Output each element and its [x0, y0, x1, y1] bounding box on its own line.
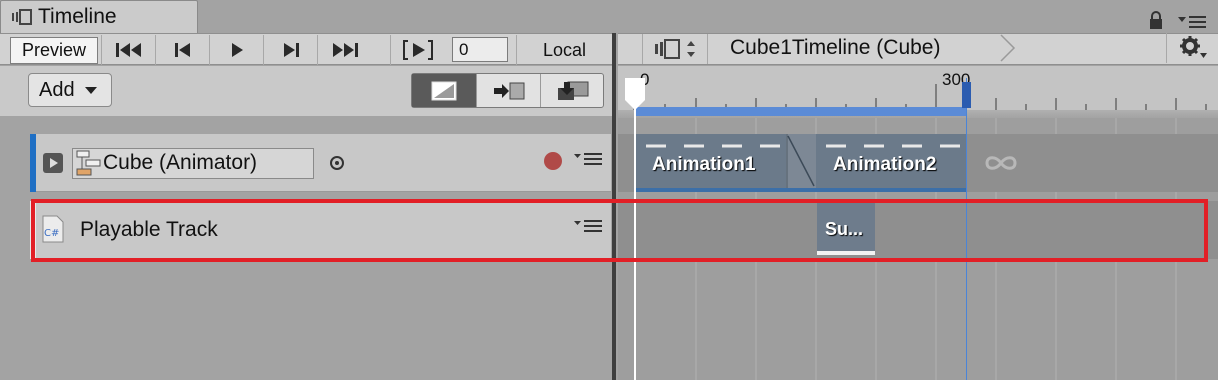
- ripple-mode-icon: [493, 82, 524, 99]
- timeline-selector-icon: [655, 39, 695, 59]
- clip-dash-pattern: [826, 144, 960, 148]
- animator-binding-icon: [76, 150, 101, 176]
- gear-icon: [1179, 36, 1207, 58]
- play-icon: [231, 43, 243, 57]
- clip-animation2[interactable]: Animation2: [816, 134, 966, 192]
- track-binding-label: Cube (Animator): [103, 151, 258, 174]
- goto-start-button[interactable]: [101, 35, 155, 65]
- add-track-button[interactable]: Add: [28, 73, 112, 107]
- infinity-icon: [985, 156, 1017, 170]
- next-frame-icon: [283, 43, 299, 57]
- lock-icon[interactable]: [1148, 10, 1164, 30]
- timeline-window-tab[interactable]: Timeline: [0, 0, 198, 33]
- timeline-end-marker[interactable]: [962, 82, 971, 108]
- time-space-button[interactable]: Local: [516, 35, 612, 65]
- clip-label: Animation1: [652, 154, 756, 175]
- replace-mode-icon: [557, 81, 588, 100]
- skip-to-end-icon: [332, 43, 358, 57]
- object-picker-icon[interactable]: [328, 154, 346, 172]
- play-button[interactable]: [209, 35, 263, 65]
- add-label: Add: [39, 79, 75, 101]
- track-menu-icon[interactable]: [574, 152, 604, 166]
- mix-mode-button[interactable]: [412, 74, 476, 107]
- previous-frame-button[interactable]: [155, 35, 209, 65]
- playhead-marker-icon[interactable]: [624, 78, 646, 110]
- playback-toolbar: Preview 0 Local: [0, 33, 612, 65]
- settings-button[interactable]: [1166, 33, 1218, 63]
- asset-breadcrumb-title[interactable]: Cube1Timeline (Cube): [730, 33, 940, 63]
- mix-mode-icon: [431, 81, 457, 100]
- clip-animation1[interactable]: Animation1: [636, 134, 786, 192]
- timeline-range-bar: [636, 107, 967, 116]
- next-frame-button[interactable]: [263, 35, 317, 65]
- blend-curve-icon: [786, 134, 815, 188]
- window-menu-icon[interactable]: [1178, 14, 1208, 30]
- highlight-annotation: [31, 199, 1208, 262]
- edit-mode-group: [411, 73, 604, 108]
- ripple-mode-button[interactable]: [476, 74, 540, 107]
- track-preview-icon[interactable]: [42, 152, 64, 174]
- dropdown-arrow-icon: [85, 87, 97, 94]
- window-title: Timeline: [38, 5, 117, 28]
- preview-button[interactable]: Preview: [10, 37, 98, 64]
- timeline-icon: [12, 9, 32, 25]
- play-range-icon: [402, 40, 433, 60]
- current-time-field[interactable]: 0: [452, 37, 508, 62]
- goto-end-button[interactable]: [317, 35, 371, 65]
- clip-label: Animation2: [833, 154, 937, 175]
- clip-blend-region[interactable]: [786, 134, 816, 192]
- skip-to-start-icon: [115, 43, 141, 57]
- timeline-selector[interactable]: [642, 34, 708, 64]
- record-button[interactable]: [544, 152, 562, 170]
- replace-mode-button[interactable]: [540, 74, 604, 107]
- clip-dash-pattern: [646, 144, 780, 148]
- previous-frame-icon: [174, 43, 190, 57]
- breadcrumb-chevron-icon: [1000, 34, 1016, 62]
- play-range-button[interactable]: [390, 35, 444, 65]
